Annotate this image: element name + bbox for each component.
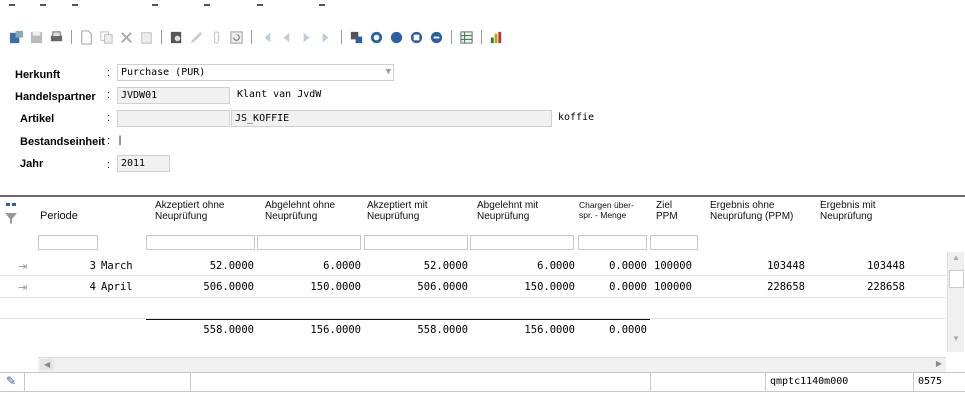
artikel-prefix-field[interactable] bbox=[117, 110, 230, 127]
vertical-scrollbar[interactable]: ▲ ▼ bbox=[947, 252, 964, 352]
total-akz-ohne: 558.0000 bbox=[203, 324, 254, 336]
total-abg-ohne: 156.0000 bbox=[310, 324, 361, 336]
col-abgelehnt-mit[interactable]: Abgelehnt mit Neuprüfung bbox=[477, 200, 567, 222]
col-akzeptiert-mit[interactable]: Akzeptiert mit Neuprüfung bbox=[367, 200, 462, 222]
handelspartner-label: Handelspartner bbox=[15, 91, 96, 103]
total-abg-mit: 156.0000 bbox=[524, 324, 575, 336]
row-erg-ohne: 103448 bbox=[767, 260, 805, 272]
row-akz-mit: 506.0000 bbox=[417, 281, 468, 293]
row-akz-mit: 52.0000 bbox=[423, 260, 468, 272]
jahr-field[interactable]: 2011 bbox=[117, 155, 170, 172]
col-akzeptiert-ohne[interactable]: Akzeptiert ohne Neuprüfung bbox=[155, 200, 250, 222]
nav-icon[interactable] bbox=[388, 29, 405, 46]
total-akz-mit: 558.0000 bbox=[417, 324, 468, 336]
next-icon[interactable] bbox=[298, 29, 315, 46]
row-chargen: 0.0000 bbox=[609, 281, 647, 293]
filter-chargen[interactable] bbox=[578, 235, 647, 250]
grid-icon[interactable] bbox=[458, 29, 475, 46]
row-chargen: 0.0000 bbox=[609, 260, 647, 272]
handelspartner-name: Klant van JvdW bbox=[237, 89, 322, 100]
scroll-thumb[interactable] bbox=[949, 270, 964, 288]
col-ziel-ppm[interactable]: Ziel PPM bbox=[656, 200, 696, 222]
row-akz-ohne: 506.0000 bbox=[203, 281, 254, 293]
row-ziel: 100000 bbox=[654, 260, 692, 272]
refresh-icon[interactable] bbox=[228, 29, 245, 46]
row-erg-ohne: 228658 bbox=[767, 281, 805, 293]
jahr-label: Jahr bbox=[20, 158, 44, 170]
row-month: April bbox=[101, 281, 133, 293]
print-preview-icon[interactable] bbox=[168, 29, 185, 46]
row-abg-ohne: 6.0000 bbox=[323, 260, 361, 272]
menu-bar bbox=[0, 0, 965, 22]
filter-ziel[interactable] bbox=[650, 235, 698, 250]
filter-akzeptiert-mit[interactable] bbox=[364, 235, 468, 250]
row-abg-mit: 150.0000 bbox=[524, 281, 575, 293]
row-detail-icon[interactable]: ⇥ bbox=[18, 281, 27, 294]
row-detail-icon[interactable]: ⇥ bbox=[18, 260, 27, 273]
filter-abgelehnt-ohne[interactable] bbox=[257, 235, 361, 250]
new-icon[interactable] bbox=[78, 29, 95, 46]
totals-divider bbox=[146, 319, 650, 320]
artikel-label: Artikel bbox=[20, 113, 55, 125]
delete-icon[interactable] bbox=[118, 29, 135, 46]
horizontal-scrollbar[interactable]: ◀ ▶ bbox=[38, 357, 946, 372]
herkunft-select[interactable]: Purchase (PUR) ▼ bbox=[117, 64, 394, 81]
row-periode-nr: 3 bbox=[89, 260, 96, 272]
results-grid: Periode Akzeptiert ohne Neuprüfung Abgel… bbox=[0, 195, 965, 372]
filter-icon[interactable] bbox=[4, 203, 18, 225]
herkunft-value: Purchase (PUR) bbox=[121, 67, 206, 78]
nav2-icon[interactable] bbox=[408, 29, 425, 46]
artikel-description: koffie bbox=[558, 112, 595, 123]
first-icon[interactable] bbox=[258, 29, 275, 46]
paste-icon[interactable] bbox=[138, 29, 155, 46]
filter-abgelehnt-mit[interactable] bbox=[470, 235, 574, 250]
row-akz-ohne: 52.0000 bbox=[209, 260, 254, 272]
row-erg-mit: 228658 bbox=[867, 281, 905, 293]
handelspartner-field[interactable]: JVDW01 bbox=[117, 87, 230, 104]
filter-periode[interactable] bbox=[38, 235, 98, 250]
chevron-down-icon[interactable]: ▼ bbox=[386, 65, 391, 80]
print-icon[interactable] bbox=[48, 29, 65, 46]
col-abgelehnt-ohne[interactable]: Abgelehnt ohne Neuprüfung bbox=[265, 200, 355, 222]
col-ergebnis-ohne[interactable]: Ergebnis ohne Neuprüfung (PPM) bbox=[710, 200, 810, 222]
scroll-down-icon[interactable]: ▼ bbox=[952, 334, 960, 343]
scroll-right-icon[interactable]: ▶ bbox=[936, 359, 942, 368]
status-bar: ✎ qmptc1140m000 0575 bbox=[0, 372, 965, 392]
artikel-field[interactable]: JS_KOFFIE bbox=[231, 110, 552, 127]
zoom-icon[interactable] bbox=[368, 29, 385, 46]
open-icon[interactable] bbox=[8, 29, 25, 46]
status-code: 0575 bbox=[918, 376, 943, 387]
copy-icon[interactable] bbox=[98, 29, 115, 46]
row-month: March bbox=[101, 260, 133, 272]
chart-icon[interactable] bbox=[488, 29, 505, 46]
row-abg-mit: 6.0000 bbox=[537, 260, 575, 272]
last-icon[interactable] bbox=[318, 29, 335, 46]
scroll-up-icon[interactable]: ▲ bbox=[952, 253, 960, 262]
find-icon[interactable] bbox=[348, 29, 365, 46]
row-periode-nr: 4 bbox=[89, 281, 96, 293]
herkunft-label: Herkunft bbox=[15, 69, 61, 81]
bestandseinheit-label: Bestandseinheit bbox=[20, 136, 105, 148]
nav3-icon[interactable] bbox=[428, 29, 445, 46]
col-chargen[interactable]: Chargen über-spr. - Menge bbox=[579, 200, 647, 220]
row-ziel: 100000 bbox=[654, 281, 692, 293]
row-erg-mit: 103448 bbox=[867, 260, 905, 272]
total-chargen: 0.0000 bbox=[609, 324, 647, 336]
toolbar bbox=[8, 26, 505, 48]
attach-icon[interactable] bbox=[208, 29, 225, 46]
edit-icon[interactable] bbox=[188, 29, 205, 46]
col-ergebnis-mit[interactable]: Ergebnis mit Neuprüfung bbox=[820, 200, 910, 222]
prev-icon[interactable] bbox=[278, 29, 295, 46]
filter-akzeptiert-ohne[interactable] bbox=[146, 235, 255, 250]
bestandseinheit-field[interactable]: | bbox=[117, 135, 123, 146]
save-icon[interactable] bbox=[28, 29, 45, 46]
row-abg-ohne: 150.0000 bbox=[310, 281, 361, 293]
scroll-left-icon[interactable]: ◀ bbox=[40, 359, 55, 370]
col-periode[interactable]: Periode bbox=[40, 211, 78, 222]
